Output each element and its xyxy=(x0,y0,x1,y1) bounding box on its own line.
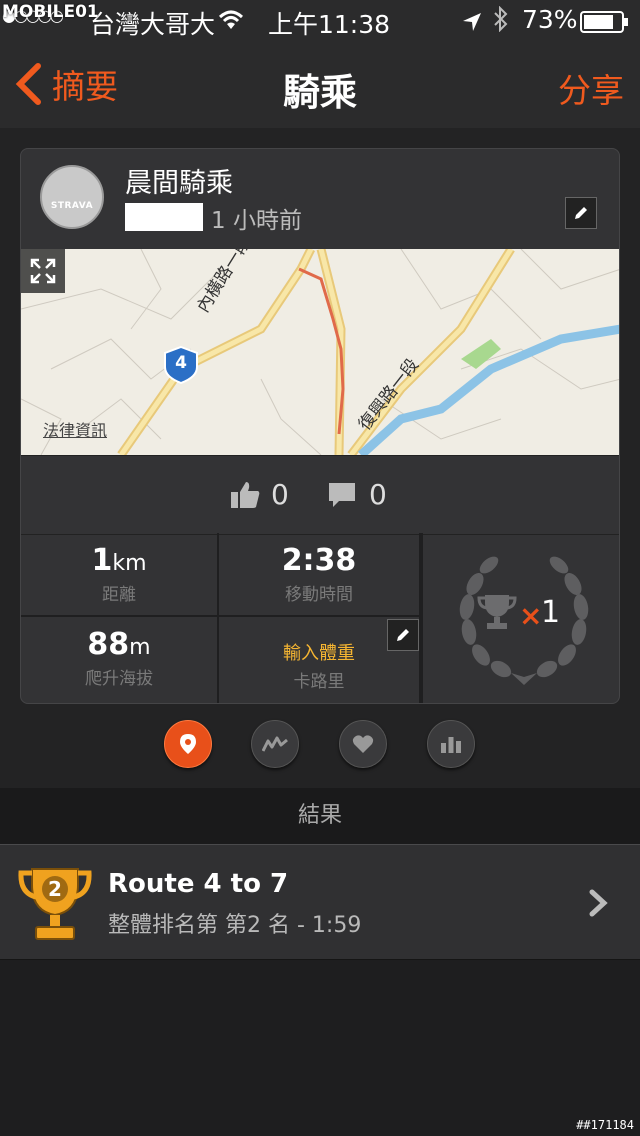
achievements-stat[interactable]: × 1 xyxy=(421,533,619,703)
route-shield-icon: 4 xyxy=(161,345,201,385)
elevation-value: 88 xyxy=(87,627,130,662)
comment-icon xyxy=(329,482,355,507)
elevation-unit: m xyxy=(129,635,151,660)
kudos-count: 0 xyxy=(271,478,289,511)
avatar[interactable]: STRAVA xyxy=(40,165,104,229)
rank-number: 2 xyxy=(48,877,62,901)
map-canvas xyxy=(21,249,619,455)
map-pin-icon xyxy=(180,734,196,754)
activity-tabs xyxy=(0,720,640,776)
achievements-multiplier: × xyxy=(519,599,543,632)
activity-time-ago: 1 小時前 xyxy=(211,208,302,234)
edit-activity-button[interactable] xyxy=(565,197,597,229)
image-id-label: ##171184 xyxy=(576,1118,634,1132)
expand-map-button[interactable] xyxy=(21,249,65,293)
segment-result-row[interactable]: 2 Route 4 to 7 整體排名第 第2 名 - 1:59 xyxy=(0,844,640,960)
chevron-right-icon xyxy=(588,889,608,921)
pencil-icon xyxy=(575,207,587,219)
stats-grid: 1km 距離 2:38 移動時間 88m 爬升海拔 輸入體重 卡路里 × 1 xyxy=(21,533,619,703)
elevation-tab[interactable] xyxy=(251,720,299,768)
battery-icon xyxy=(580,10,630,39)
bar-chart-icon xyxy=(441,737,461,753)
calories-label: 卡路里 xyxy=(293,672,345,692)
thumbs-up-icon xyxy=(231,481,260,508)
location-arrow-icon xyxy=(462,9,482,38)
page-title: 騎乘 xyxy=(283,71,357,114)
pencil-icon xyxy=(397,629,409,641)
share-button[interactable]: 分享 xyxy=(558,64,624,112)
heart-rate-tab[interactable] xyxy=(339,720,387,768)
redacted-date xyxy=(125,203,203,231)
avatar-brand-text: STRAVA xyxy=(50,201,94,211)
elevation-chart-icon xyxy=(262,736,288,752)
social-bar: 0 0 xyxy=(21,455,619,535)
route-shield-number: 4 xyxy=(175,353,187,373)
map-tab[interactable] xyxy=(164,720,212,768)
comments-count: 0 xyxy=(369,478,387,511)
moving-time-value: 2:38 xyxy=(281,543,357,578)
distance-value: 1 xyxy=(91,543,113,578)
kudos-button[interactable]: 0 xyxy=(229,478,289,511)
activity-card: STRAVA 晨間騎乘 1 小時前 內橫路一段 復興路一段 4 法律資訊 0 0… xyxy=(20,148,620,704)
distance-label: 距離 xyxy=(102,585,136,605)
distance-unit: km xyxy=(112,551,147,576)
achievements-count: 1 xyxy=(541,595,561,630)
expand-icon xyxy=(30,258,56,284)
edit-weight-button[interactable] xyxy=(387,619,419,651)
moving-time-label: 移動時間 xyxy=(285,585,353,605)
rank-trophy-icon: 2 xyxy=(18,865,92,943)
distance-stat: 1km 距離 xyxy=(21,533,219,617)
heart-icon xyxy=(352,735,374,753)
segment-name: Route 4 to 7 xyxy=(108,869,289,899)
moving-time-stat: 2:38 移動時間 xyxy=(219,533,421,617)
results-section-header: 結果 xyxy=(0,788,640,844)
empty-area xyxy=(0,960,640,1136)
carrier-name: 台灣大哥大 xyxy=(90,10,216,39)
analysis-tab[interactable] xyxy=(427,720,475,768)
trophy-icon xyxy=(477,595,517,629)
elevation-stat: 88m 爬升海拔 xyxy=(21,617,219,703)
clock: 上午11:38 xyxy=(268,10,391,39)
comments-button[interactable]: 0 xyxy=(327,478,387,511)
wifi-icon xyxy=(218,8,244,37)
activity-title: 晨間騎乘 xyxy=(125,168,233,199)
elevation-label: 爬升海拔 xyxy=(85,669,153,689)
battery-percent: 73% xyxy=(522,5,578,34)
route-map[interactable]: 內橫路一段 復興路一段 4 法律資訊 xyxy=(21,249,619,455)
segment-rank-detail: 整體排名第 第2 名 - 1:59 xyxy=(108,913,362,938)
legal-link[interactable]: 法律資訊 xyxy=(43,417,107,441)
bluetooth-icon xyxy=(492,5,510,38)
navigation-bar: 摘要 騎乘 分享 xyxy=(0,40,640,129)
status-bar: ●○○○○ 台灣大哥大 上午11:38 73% MOBILE01 xyxy=(0,0,640,40)
watermark-label: MOBILE01 xyxy=(2,2,99,22)
calories-stat[interactable]: 輸入體重 卡路里 xyxy=(219,617,421,703)
